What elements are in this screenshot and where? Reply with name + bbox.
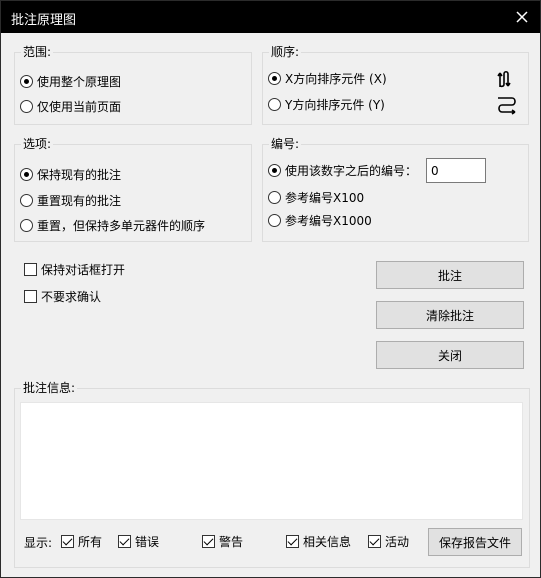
checkbox-label: 保持对话框打开 — [41, 262, 126, 277]
radio-dot[interactable] — [268, 163, 281, 177]
radio-reset-keep-order[interactable]: 重置，但保持多单元器件的顺序 — [20, 216, 205, 234]
radio-dot[interactable] — [20, 99, 33, 113]
filter-errors-checkbox[interactable]: 错误 — [118, 532, 159, 550]
radio-reset-existing[interactable]: 重置现有的批注 — [20, 191, 121, 209]
filter-all-checkbox[interactable]: 所有 — [61, 532, 102, 550]
save-report-button[interactable]: 保存报告文件 — [428, 528, 522, 556]
radio-label: 参考编号X100 — [285, 190, 365, 205]
dialog-title: 批注原理图 — [11, 13, 77, 28]
radio-label: 参考编号X1000 — [285, 213, 372, 228]
radio-ref-x100[interactable]: 参考编号X100 — [268, 188, 364, 206]
radio-dot[interactable] — [20, 74, 33, 88]
checkbox-box[interactable] — [368, 534, 381, 548]
radio-ref-x1000[interactable]: 参考编号X1000 — [268, 211, 372, 229]
checkbox-label: 所有 — [78, 534, 103, 549]
radio-label: 保持现有的批注 — [37, 167, 122, 182]
radio-dot[interactable] — [268, 97, 281, 111]
radio-number-after[interactable]: 使用该数字之后的编号： — [268, 161, 417, 179]
annotation-info-list[interactable] — [20, 402, 523, 520]
annotate-dialog: 批注原理图 范围: 使用整个原理图 仅使用当前页面 顺序: X方向排序元件 (X… — [0, 0, 541, 578]
close-button[interactable]: 关闭 — [376, 341, 524, 369]
radio-dot[interactable] — [20, 167, 33, 181]
filter-activity-checkbox[interactable]: 活动 — [368, 532, 409, 550]
title-bar[interactable]: 批注原理图 — [1, 1, 540, 33]
info-legend: 批注信息: — [21, 380, 78, 396]
radio-dot[interactable] — [20, 218, 33, 232]
x-order-icon — [495, 67, 519, 94]
radio-label: X方向排序元件 (X) — [285, 71, 387, 86]
checkbox-box[interactable] — [24, 289, 37, 303]
checkbox-box[interactable] — [24, 262, 37, 276]
checkbox-label: 活动 — [385, 534, 410, 549]
order-group: 顺序: — [262, 44, 529, 125]
checkbox-box[interactable] — [286, 534, 299, 548]
radio-label: 使用该数字之后的编号： — [285, 163, 418, 178]
radio-order-x[interactable]: X方向排序元件 (X) — [268, 69, 387, 87]
filter-related-info-checkbox[interactable]: 相关信息 — [286, 532, 351, 550]
radio-label: Y方向排序元件 (Y) — [285, 97, 385, 112]
order-legend: 顺序: — [269, 44, 302, 60]
checkbox-label: 警告 — [219, 534, 244, 549]
radio-label: 仅使用当前页面 — [37, 99, 122, 114]
checkbox-label: 错误 — [135, 534, 160, 549]
checkbox-label: 不要求确认 — [41, 289, 102, 304]
filter-warnings-checkbox[interactable]: 警告 — [202, 532, 243, 550]
checkbox-box[interactable] — [61, 534, 74, 548]
options-legend: 选项: — [21, 136, 54, 152]
no-confirm-checkbox[interactable]: 不要求确认 — [24, 287, 101, 305]
show-label: 显示: — [24, 536, 53, 550]
keep-dialog-open-checkbox[interactable]: 保持对话框打开 — [24, 260, 125, 278]
radio-order-y[interactable]: Y方向排序元件 (Y) — [268, 95, 385, 113]
radio-dot[interactable] — [20, 193, 33, 207]
start-number-input[interactable]: 0 — [426, 158, 486, 183]
checkbox-box[interactable] — [118, 534, 131, 548]
radio-dot[interactable] — [268, 190, 281, 204]
clear-annotation-button[interactable]: 清除批注 — [376, 301, 524, 329]
radio-label: 重置现有的批注 — [37, 193, 122, 208]
annotate-button[interactable]: 批注 — [376, 261, 524, 289]
y-order-icon — [495, 93, 519, 120]
radio-scope-current[interactable]: 仅使用当前页面 — [20, 97, 121, 115]
radio-label: 使用整个原理图 — [37, 74, 122, 89]
radio-dot[interactable] — [268, 71, 281, 85]
numbering-legend: 编号: — [269, 136, 302, 152]
radio-scope-whole[interactable]: 使用整个原理图 — [20, 72, 121, 90]
radio-dot[interactable] — [268, 213, 281, 227]
radio-label: 重置，但保持多单元器件的顺序 — [37, 218, 206, 233]
checkbox-box[interactable] — [202, 534, 215, 548]
scope-legend: 范围: — [21, 44, 54, 60]
radio-keep-existing[interactable]: 保持现有的批注 — [20, 165, 121, 183]
close-icon[interactable] — [510, 5, 534, 29]
checkbox-label: 相关信息 — [303, 534, 352, 549]
